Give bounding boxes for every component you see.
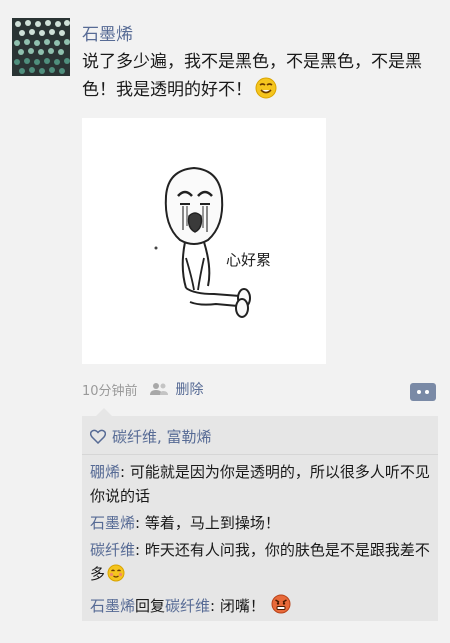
meme-face — [164, 166, 224, 245]
comment-author[interactable]: 碳纤维 — [90, 541, 135, 559]
comment-text: 可能就是因为你是透明的，所以很多人听不见你说的话 — [90, 463, 430, 505]
comment-item[interactable]: 硼烯: 可能就是因为你是透明的，所以很多人听不见你说的话 — [90, 460, 434, 508]
heart-icon — [90, 429, 106, 444]
comment-separator: : — [135, 514, 145, 532]
post-time: 10分钟前 — [82, 383, 138, 399]
comment-item[interactable]: 碳纤维: 昨天还有人问我，你的肤色是不是跟我差不多 — [90, 538, 434, 586]
delete-button[interactable]: 删除 — [176, 379, 204, 399]
author-avatar[interactable] — [12, 18, 70, 76]
comment-list: 硼烯: 可能就是因为你是透明的，所以很多人听不见你说的话 石墨烯: 等着，马上到… — [90, 460, 434, 621]
post-author-name[interactable]: 石墨烯 — [82, 20, 133, 45]
comment-author[interactable]: 石墨烯 — [90, 514, 135, 532]
reply-target[interactable]: 碳纤维 — [165, 597, 210, 615]
post-text-content: 说了多少遍，我不是黑色，不是黑色，不是黑色！我是透明的好不！ — [82, 52, 422, 100]
post-image[interactable]: 心好累 — [82, 118, 326, 364]
people-icon — [149, 383, 168, 395]
comment-separator: : — [120, 463, 130, 481]
comment-box: 碳纤维, 富勒烯 硼烯: 可能就是因为你是透明的，所以很多人听不见你说的话 石墨… — [82, 408, 438, 621]
comment-item[interactable]: 石墨烯回复碳纤维: 闭嘴！ — [90, 594, 434, 618]
comment-separator: : — [135, 541, 145, 559]
likes-divider — [82, 454, 438, 455]
comment-author[interactable]: 石墨烯 — [90, 597, 135, 615]
comment-separator: : — [210, 597, 220, 615]
post-meta: 10分钟前 删除 — [82, 378, 204, 400]
comment-author[interactable]: 硼烯 — [90, 463, 120, 481]
blush-emoji-icon — [107, 564, 125, 582]
comment-text: 等着，马上到操场！ — [144, 514, 280, 532]
like-names[interactable]: 碳纤维, 富勒烯 — [112, 426, 212, 447]
post-text: 说了多少遍，我不是黑色，不是黑色，不是黑色！我是透明的好不！ — [82, 48, 434, 104]
comment-text: 闭嘴！ — [219, 597, 265, 615]
more-actions-button[interactable] — [410, 383, 436, 401]
meme-caption: 心好累 — [226, 251, 271, 269]
more-dot-icon — [425, 390, 429, 394]
angry-emoji-icon — [271, 594, 291, 614]
smirk-emoji-icon — [255, 77, 277, 99]
reply-word: 回复 — [135, 597, 166, 615]
comment-item[interactable]: 石墨烯: 等着，马上到操场！ — [90, 511, 434, 535]
likes-row: 碳纤维, 富勒烯 — [90, 424, 212, 448]
more-dot-icon — [417, 390, 421, 394]
